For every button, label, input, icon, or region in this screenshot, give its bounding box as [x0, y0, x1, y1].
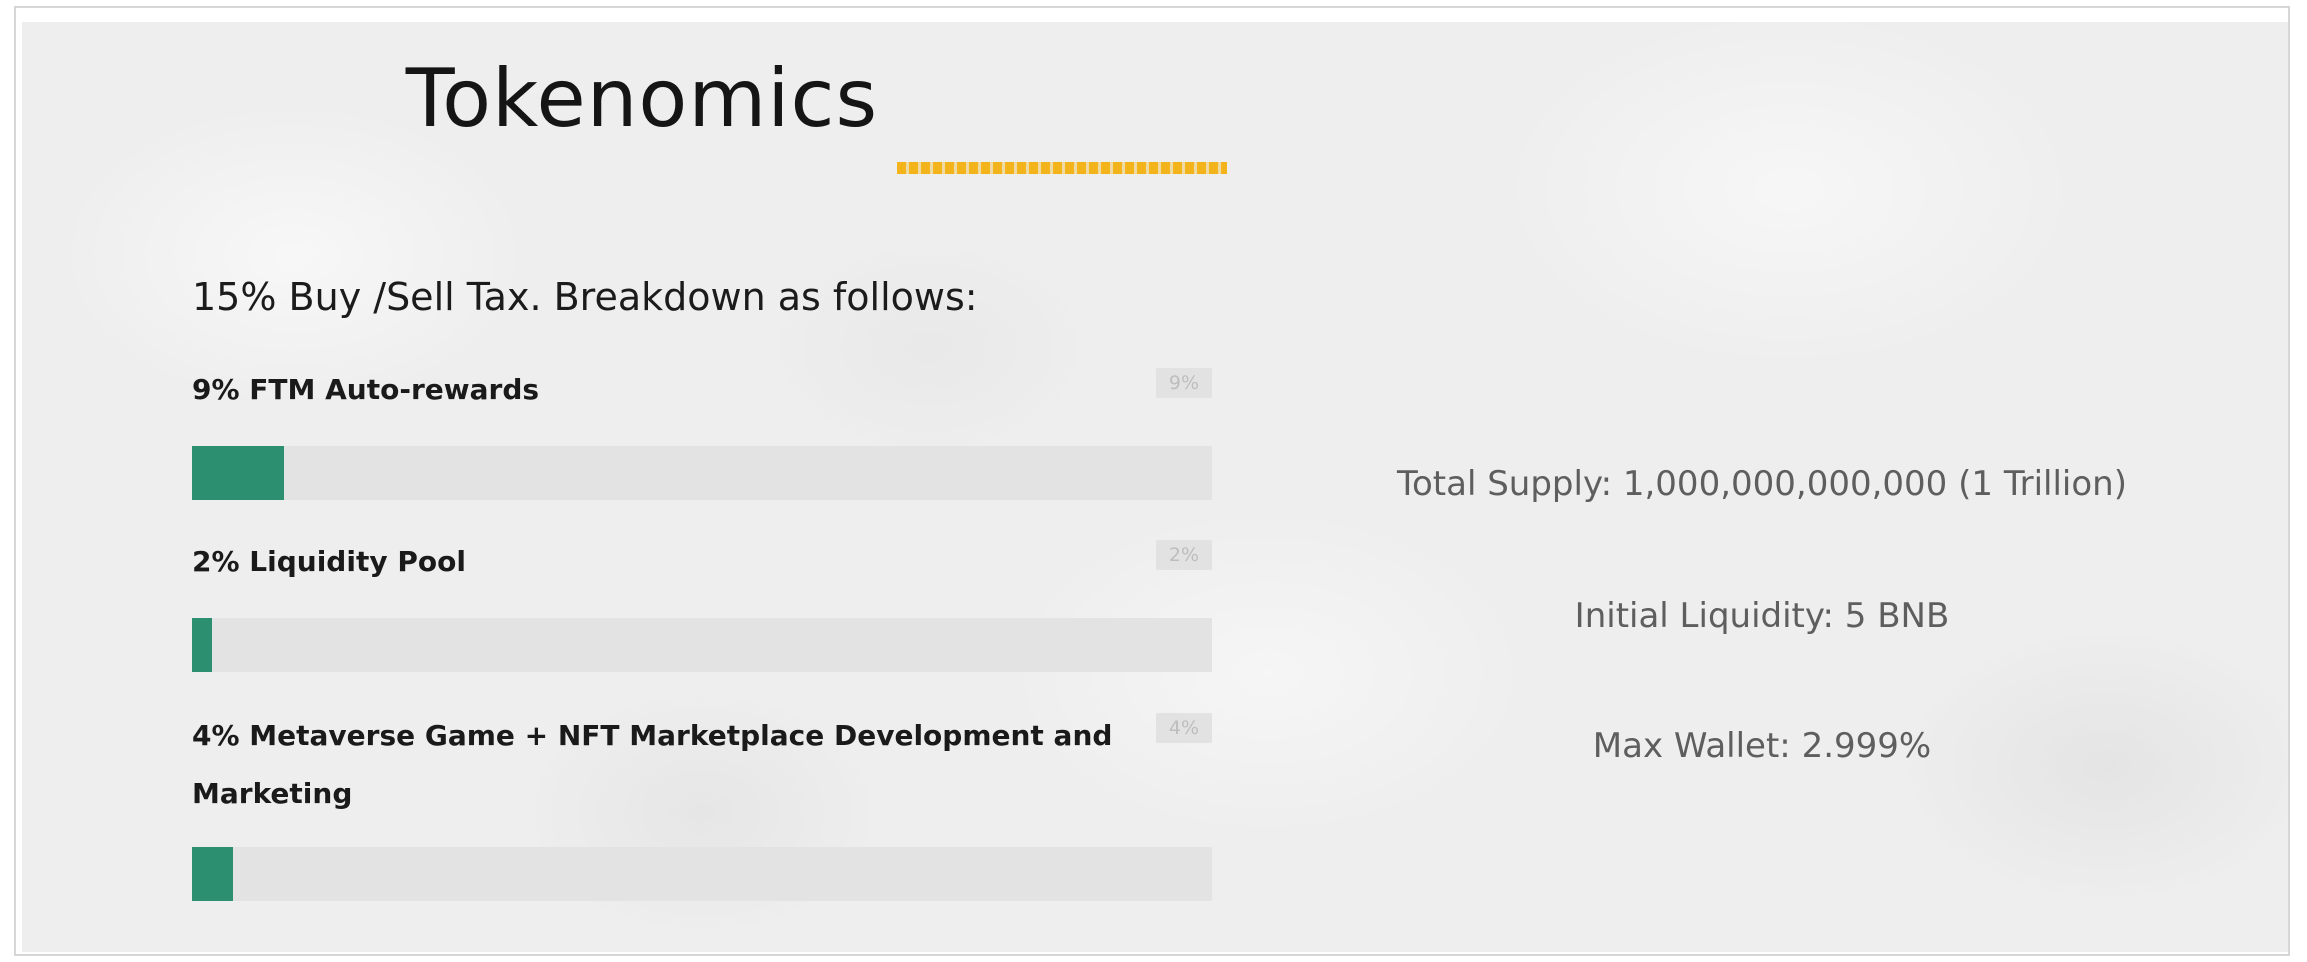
- tax-item-label: 2% Liquidity Pool: [192, 545, 466, 578]
- tax-item-percent-badge: 2%: [1156, 540, 1212, 570]
- total-supply-text: Total Supply: 1,000,000,000,000 (1 Trill…: [1397, 464, 2127, 504]
- progress-track: [192, 446, 1212, 500]
- title-underline-divider: [897, 162, 1227, 174]
- tax-item-ftm-rewards: 9% FTM Auto-rewards 9%: [192, 362, 1212, 502]
- max-wallet-text: Max Wallet: 2.999%: [1592, 726, 1932, 766]
- section-title: Tokenomics: [405, 52, 879, 145]
- progress-fill: [192, 618, 213, 672]
- progress-fill: [192, 446, 284, 500]
- tax-item-label: 9% FTM Auto-rewards: [192, 373, 540, 406]
- tax-item-liquidity-pool: 2% Liquidity Pool 2%: [192, 534, 1212, 674]
- progress-track: [192, 847, 1212, 901]
- tax-item-label: 4% Metaverse Game + NFT Marketplace Deve…: [192, 719, 1113, 810]
- tax-item-metaverse-nft: 4% Metaverse Game + NFT Marketplace Deve…: [192, 707, 1212, 907]
- tax-summary-heading: 15% Buy /Sell Tax. Breakdown as follows:: [192, 275, 978, 319]
- initial-liquidity-text: Initial Liquidity: 5 BNB: [1574, 596, 1950, 636]
- progress-fill: [192, 847, 233, 901]
- tokenomics-section: Tokenomics 15% Buy /Sell Tax. Breakdown …: [22, 22, 2288, 952]
- progress-track: [192, 618, 1212, 672]
- tax-item-percent-badge: 4%: [1156, 713, 1212, 743]
- tax-item-percent-badge: 9%: [1156, 368, 1212, 398]
